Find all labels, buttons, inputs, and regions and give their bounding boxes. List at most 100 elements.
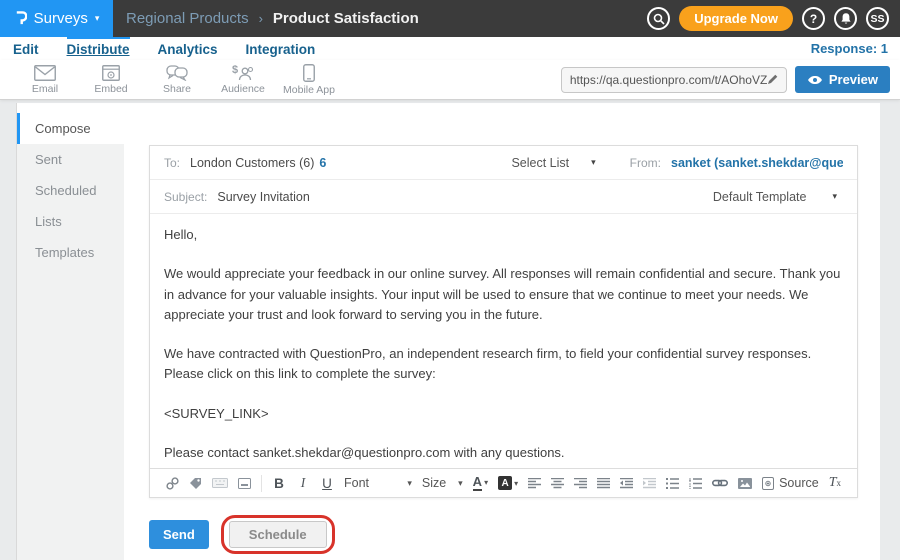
channel-embed[interactable]: Embed bbox=[78, 65, 144, 95]
tab-distribute[interactable]: Distribute bbox=[67, 37, 130, 60]
indent-icon bbox=[643, 478, 656, 489]
from-group: From: sanket (sanket.shekdar@ques... bbox=[630, 156, 843, 170]
edit-pencil-icon[interactable] bbox=[767, 74, 778, 85]
text-color-button[interactable]: A ▾ bbox=[473, 475, 488, 491]
to-value[interactable]: London Customers (6) bbox=[190, 156, 314, 170]
image-icon bbox=[738, 478, 752, 489]
chevron-down-icon: ▾ bbox=[95, 14, 100, 23]
response-count[interactable]: Response: 1 bbox=[811, 37, 900, 60]
body-paragraph: Hello, bbox=[164, 225, 843, 245]
sidebar-item-lists[interactable]: Lists bbox=[17, 206, 124, 237]
font-dropdown[interactable]: Font ▾ bbox=[344, 476, 412, 490]
channel-mobile-app-label: Mobile App bbox=[283, 84, 335, 96]
outdent-button[interactable] bbox=[620, 478, 633, 489]
surveys-menu-label: Surveys bbox=[34, 10, 88, 27]
sidebar-item-compose[interactable]: Compose bbox=[17, 113, 124, 144]
indent-button[interactable] bbox=[643, 478, 656, 489]
channel-embed-label: Embed bbox=[94, 83, 127, 95]
svg-text:$: $ bbox=[232, 64, 238, 76]
from-value[interactable]: sanket (sanket.shekdar@ques... bbox=[671, 156, 843, 170]
align-left-button[interactable] bbox=[528, 478, 541, 489]
channel-audience[interactable]: $ Audience bbox=[210, 64, 276, 95]
size-dropdown[interactable]: Size ▾ bbox=[422, 476, 463, 490]
search-button[interactable] bbox=[647, 7, 670, 30]
breadcrumb: Regional Products › Product Satisfaction bbox=[126, 10, 419, 27]
sidebar-item-sent[interactable]: Sent bbox=[17, 144, 124, 175]
underline-button[interactable]: U bbox=[320, 476, 334, 491]
remove-format-button[interactable]: Tx bbox=[829, 475, 841, 491]
survey-url-field[interactable]: https://qa.questionpro.com/t/AOhoVZfqml bbox=[561, 67, 787, 93]
bold-button[interactable]: B bbox=[272, 476, 286, 491]
tag-icon bbox=[189, 477, 202, 490]
eye-icon bbox=[807, 75, 823, 85]
chevron-down-icon: ▾ bbox=[832, 192, 837, 201]
background-color-letter: A bbox=[498, 476, 512, 490]
sidebar-item-scheduled[interactable]: Scheduled bbox=[17, 175, 124, 206]
avatar[interactable]: SS bbox=[866, 7, 889, 30]
template-dropdown[interactable]: Default Template ▾ bbox=[713, 190, 843, 204]
insert-link-button[interactable] bbox=[712, 478, 728, 488]
distribute-panel: Compose Sent Scheduled Lists Templates T… bbox=[16, 103, 880, 560]
red-annotation-highlight: Schedule bbox=[221, 515, 335, 554]
sidebar-item-templates[interactable]: Templates bbox=[17, 237, 124, 268]
font-dropdown-label: Font bbox=[344, 476, 369, 490]
toolbar-divider bbox=[261, 475, 262, 492]
select-list-label: Select List bbox=[511, 156, 569, 170]
channel-mobile-app[interactable]: Mobile App bbox=[276, 64, 342, 96]
source-button[interactable]: Source bbox=[762, 476, 819, 490]
schedule-button[interactable]: Schedule bbox=[229, 521, 327, 548]
email-body-editor[interactable]: Hello, We would appreciate your feedback… bbox=[150, 214, 857, 468]
header-actions: Upgrade Now ? SS bbox=[647, 6, 900, 31]
merge-link-button[interactable] bbox=[166, 477, 179, 490]
form-field-button[interactable] bbox=[238, 478, 251, 489]
link-icon bbox=[712, 478, 728, 488]
breadcrumb-separator-icon: › bbox=[259, 11, 263, 26]
align-right-icon bbox=[574, 478, 587, 489]
breadcrumb-parent[interactable]: Regional Products bbox=[126, 10, 249, 27]
audience-icon: $ bbox=[232, 64, 254, 81]
upgrade-now-button[interactable]: Upgrade Now bbox=[679, 6, 793, 31]
align-center-button[interactable] bbox=[551, 478, 564, 489]
distribution-channels: Email Embed Share $ Audience bbox=[0, 60, 900, 100]
editor-toolbar: B I U Font ▾ Size ▾ A ▾ A ▾ bbox=[150, 468, 857, 497]
align-right-button[interactable] bbox=[574, 478, 587, 489]
avatar-initials: SS bbox=[870, 13, 884, 25]
background-color-button[interactable]: A ▾ bbox=[498, 476, 518, 490]
numbered-list-icon bbox=[689, 478, 702, 489]
bulleted-list-icon bbox=[666, 478, 679, 489]
insert-image-button[interactable] bbox=[738, 478, 752, 489]
merge-tag-button[interactable] bbox=[189, 477, 202, 490]
channel-share[interactable]: Share bbox=[144, 65, 210, 95]
survey-url: https://qa.questionpro.com/t/AOhoVZfqml bbox=[570, 73, 767, 87]
subject-label: Subject: bbox=[164, 190, 207, 204]
keyboard-button[interactable] bbox=[212, 478, 228, 488]
send-button[interactable]: Send bbox=[149, 520, 209, 549]
numbered-list-button[interactable] bbox=[689, 478, 702, 489]
channel-email-label: Email bbox=[32, 83, 58, 95]
notifications-button[interactable] bbox=[834, 7, 857, 30]
chevron-down-icon: ▾ bbox=[484, 478, 488, 487]
justify-button[interactable] bbox=[597, 478, 610, 489]
tab-edit[interactable]: Edit bbox=[13, 37, 39, 60]
source-document-icon bbox=[762, 477, 774, 490]
tab-integration[interactable]: Integration bbox=[246, 37, 316, 60]
email-icon bbox=[34, 65, 56, 81]
align-center-icon bbox=[551, 478, 564, 489]
help-button[interactable]: ? bbox=[802, 7, 825, 30]
search-icon bbox=[653, 13, 665, 25]
surveys-menu[interactable]: Surveys ▾ bbox=[0, 0, 113, 37]
top-header: Surveys ▾ Regional Products › Product Sa… bbox=[0, 0, 900, 37]
chevron-down-icon: ▾ bbox=[514, 479, 518, 488]
template-label: Default Template bbox=[713, 190, 807, 204]
preview-button[interactable]: Preview bbox=[795, 66, 890, 93]
to-label: To: bbox=[164, 156, 180, 170]
italic-button[interactable]: I bbox=[296, 475, 310, 491]
select-list-dropdown[interactable]: Select List ▾ bbox=[511, 156, 595, 170]
to-count[interactable]: 6 bbox=[319, 156, 326, 170]
question-mark-icon: ? bbox=[810, 12, 817, 26]
bulleted-list-button[interactable] bbox=[666, 478, 679, 489]
subject-input[interactable]: Survey Invitation bbox=[217, 190, 309, 204]
channel-email[interactable]: Email bbox=[12, 65, 78, 95]
compose-actions: Send Schedule bbox=[149, 515, 335, 554]
tab-analytics[interactable]: Analytics bbox=[158, 37, 218, 60]
